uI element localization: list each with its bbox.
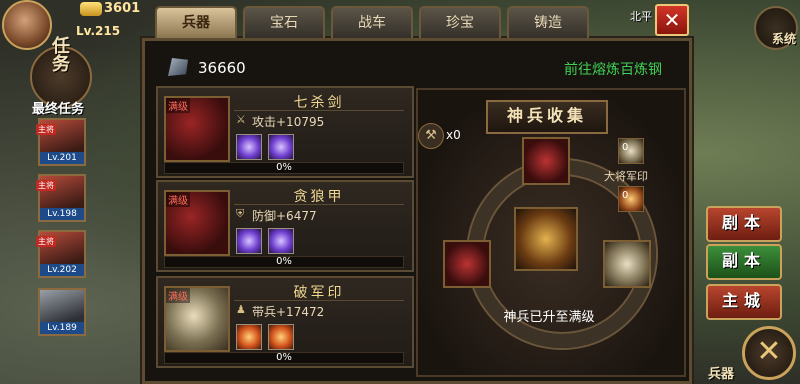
system-label: 系统 xyxy=(771,32,796,46)
hammer-count: x0 xyxy=(446,128,461,142)
shield-icon: ⛨ xyxy=(236,207,245,220)
tab-treasure[interactable]: 珍宝 xyxy=(419,6,501,38)
item-name: 贪狼甲 xyxy=(293,189,345,205)
divider xyxy=(234,300,404,301)
script-button[interactable]: 剧本 xyxy=(706,206,782,242)
main-general-tag: 主将 xyxy=(36,124,56,135)
sword-slot-icon[interactable] xyxy=(522,137,570,185)
artifact-center-icon[interactable] xyxy=(514,207,578,271)
gem-icon[interactable] xyxy=(236,228,262,254)
item-stat: 防御+6477 xyxy=(252,209,317,223)
max-level-tag: 满级 xyxy=(166,288,190,303)
general-portrait-1[interactable]: 主将 Lv.201 xyxy=(36,118,86,166)
ore-icon xyxy=(168,58,188,76)
upgrade-progress-bar: 0% xyxy=(164,162,404,174)
general-level: Lv.198 xyxy=(40,208,84,220)
progress-text: 0% xyxy=(276,256,292,267)
gold-ingot-icon xyxy=(80,2,102,16)
general-level: Lv.189 xyxy=(40,322,84,334)
general-level: Lv.202 xyxy=(40,264,84,276)
maxed-status: 神兵已升至满级 xyxy=(503,310,595,325)
tab-gems[interactable]: 宝石 xyxy=(243,6,325,38)
progress-text: 0% xyxy=(276,352,292,363)
general-portrait-3[interactable]: 主将 Lv.202 xyxy=(36,230,86,278)
player-avatar[interactable] xyxy=(2,0,52,50)
gem-icon[interactable] xyxy=(236,324,262,350)
collection-title: 神兵收集 xyxy=(486,100,608,134)
armor-icon: 满级 xyxy=(164,190,230,256)
divider xyxy=(234,110,404,111)
resource-bar: 36660 前往熔炼百炼钢 xyxy=(154,50,674,88)
general-level: Lv.201 xyxy=(40,152,84,164)
max-level-tag: 满级 xyxy=(166,192,190,207)
tab-chariot[interactable]: 战车 xyxy=(331,6,413,38)
final-quest-label[interactable]: 最终任务 xyxy=(32,98,84,117)
item-card-armor[interactable]: 满级 贪狼甲 ⛨ 防御+6477 0% xyxy=(156,180,414,272)
player-level: Lv.215 xyxy=(76,24,121,38)
sword-icon: 满级 xyxy=(164,96,230,162)
forge-link[interactable]: 前往熔炼百炼钢 xyxy=(564,59,662,79)
main-general-tag: 主将 xyxy=(36,180,56,191)
gem-icon[interactable] xyxy=(268,134,294,160)
main-general-tag: 主将 xyxy=(36,236,56,247)
bottom-weapon-label[interactable]: 兵器 xyxy=(708,363,734,382)
item-name: 七杀剑 xyxy=(293,95,345,111)
gem-icon[interactable] xyxy=(268,228,294,254)
general-seal-label: 大将军印 xyxy=(604,170,648,183)
gold-amount: 3601 xyxy=(104,1,141,16)
gem-icon[interactable] xyxy=(236,134,262,160)
general-portrait-2[interactable]: 主将 Lv.198 xyxy=(36,174,86,222)
hammer-icon[interactable]: ⚒ xyxy=(418,123,444,149)
tab-bar: 兵器 宝石 战车 珍宝 铸造 xyxy=(155,6,589,38)
attack-icon: ⚔ xyxy=(236,113,246,126)
item-card-seal[interactable]: 满级 破军印 ♟ 带兵+17472 0% xyxy=(156,276,414,368)
item-stat: 带兵+17472 xyxy=(252,305,325,319)
gem-icon[interactable] xyxy=(268,324,294,350)
seal-count: 0 xyxy=(622,142,629,153)
tab-forge[interactable]: 铸造 xyxy=(507,6,589,38)
seal-slot-icon[interactable] xyxy=(603,240,651,288)
general-portrait-4[interactable]: Lv.189 xyxy=(38,288,86,336)
quest-label: 任务 xyxy=(52,36,72,75)
progress-text: 0% xyxy=(276,162,292,173)
item-card-sword[interactable]: 满级 七杀剑 ⚔ 攻击+10795 0% xyxy=(156,86,414,178)
seal-icon: 满级 xyxy=(164,286,230,352)
menu-close-icon[interactable]: ✕ xyxy=(742,326,796,380)
upgrade-progress-bar: 0% xyxy=(164,256,404,268)
item-name: 破军印 xyxy=(293,285,345,301)
item-stat: 攻击+10795 xyxy=(252,115,325,129)
ore-count: 36660 xyxy=(198,59,246,77)
tab-weapons[interactable]: 兵器 xyxy=(155,6,237,38)
max-level-tag: 满级 xyxy=(166,98,190,113)
divider xyxy=(234,204,404,205)
dungeon-button[interactable]: 副本 xyxy=(706,244,782,280)
troop-icon: ♟ xyxy=(236,303,246,316)
close-icon[interactable]: ✕ xyxy=(655,4,689,36)
armor-slot-icon[interactable] xyxy=(443,240,491,288)
axe-count: 0 xyxy=(622,190,629,201)
region-label: 北平 xyxy=(630,10,652,23)
main-city-button[interactable]: 主城 xyxy=(706,284,782,320)
upgrade-progress-bar: 0% xyxy=(164,352,404,364)
